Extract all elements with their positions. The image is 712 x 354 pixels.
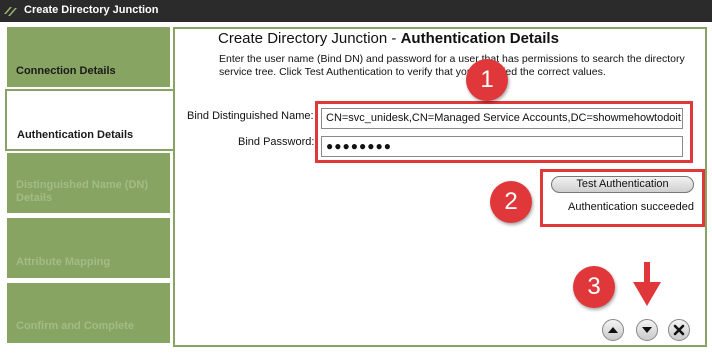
step-connection-details[interactable]: Connection Details [7, 27, 170, 87]
step-label: Distinguished Name (DN) Details [16, 179, 149, 204]
page-title: Create Directory Junction - Authenticati… [218, 30, 559, 47]
page-title-bold: Authentication Details [400, 30, 559, 47]
next-step-button[interactable] [636, 319, 658, 341]
title-bar: Create Directory Junction [0, 0, 712, 22]
step-dn-details[interactable]: Distinguished Name (DN) Details [7, 153, 170, 213]
highlight-box-credentials [315, 101, 693, 163]
bind-dn-label: Bind Distinguished Name: [187, 110, 314, 122]
step-label: Connection Details [16, 65, 116, 77]
callout-badge-3: 3 [573, 266, 615, 308]
step-label: Authentication Details [17, 129, 134, 141]
bind-password-label: Bind Password: [238, 136, 315, 148]
instructions-text: Enter the user name (Bind DN) and passwo… [219, 53, 685, 78]
highlight-box-test [540, 169, 705, 227]
page-title-prefix: Create Directory Junction - [218, 30, 401, 47]
window-title: Create Directory Junction [24, 4, 159, 16]
step-label: Confirm and Complete [16, 320, 134, 332]
app-logo-icon [4, 7, 17, 16]
down-arrow-icon [642, 327, 652, 333]
up-arrow-icon [608, 327, 618, 333]
previous-step-button[interactable] [602, 319, 624, 341]
step-confirm-and-complete[interactable]: Confirm and Complete [7, 283, 170, 343]
step-attribute-mapping[interactable]: Attribute Mapping [7, 218, 170, 278]
red-arrow-icon [633, 262, 661, 306]
close-icon [673, 324, 685, 336]
callout-badge-1: 1 [466, 59, 508, 101]
step-authentication-details[interactable]: Authentication Details [5, 89, 175, 151]
step-label: Attribute Mapping [16, 256, 111, 268]
close-button[interactable] [668, 319, 690, 341]
callout-badge-2: 2 [490, 181, 532, 223]
